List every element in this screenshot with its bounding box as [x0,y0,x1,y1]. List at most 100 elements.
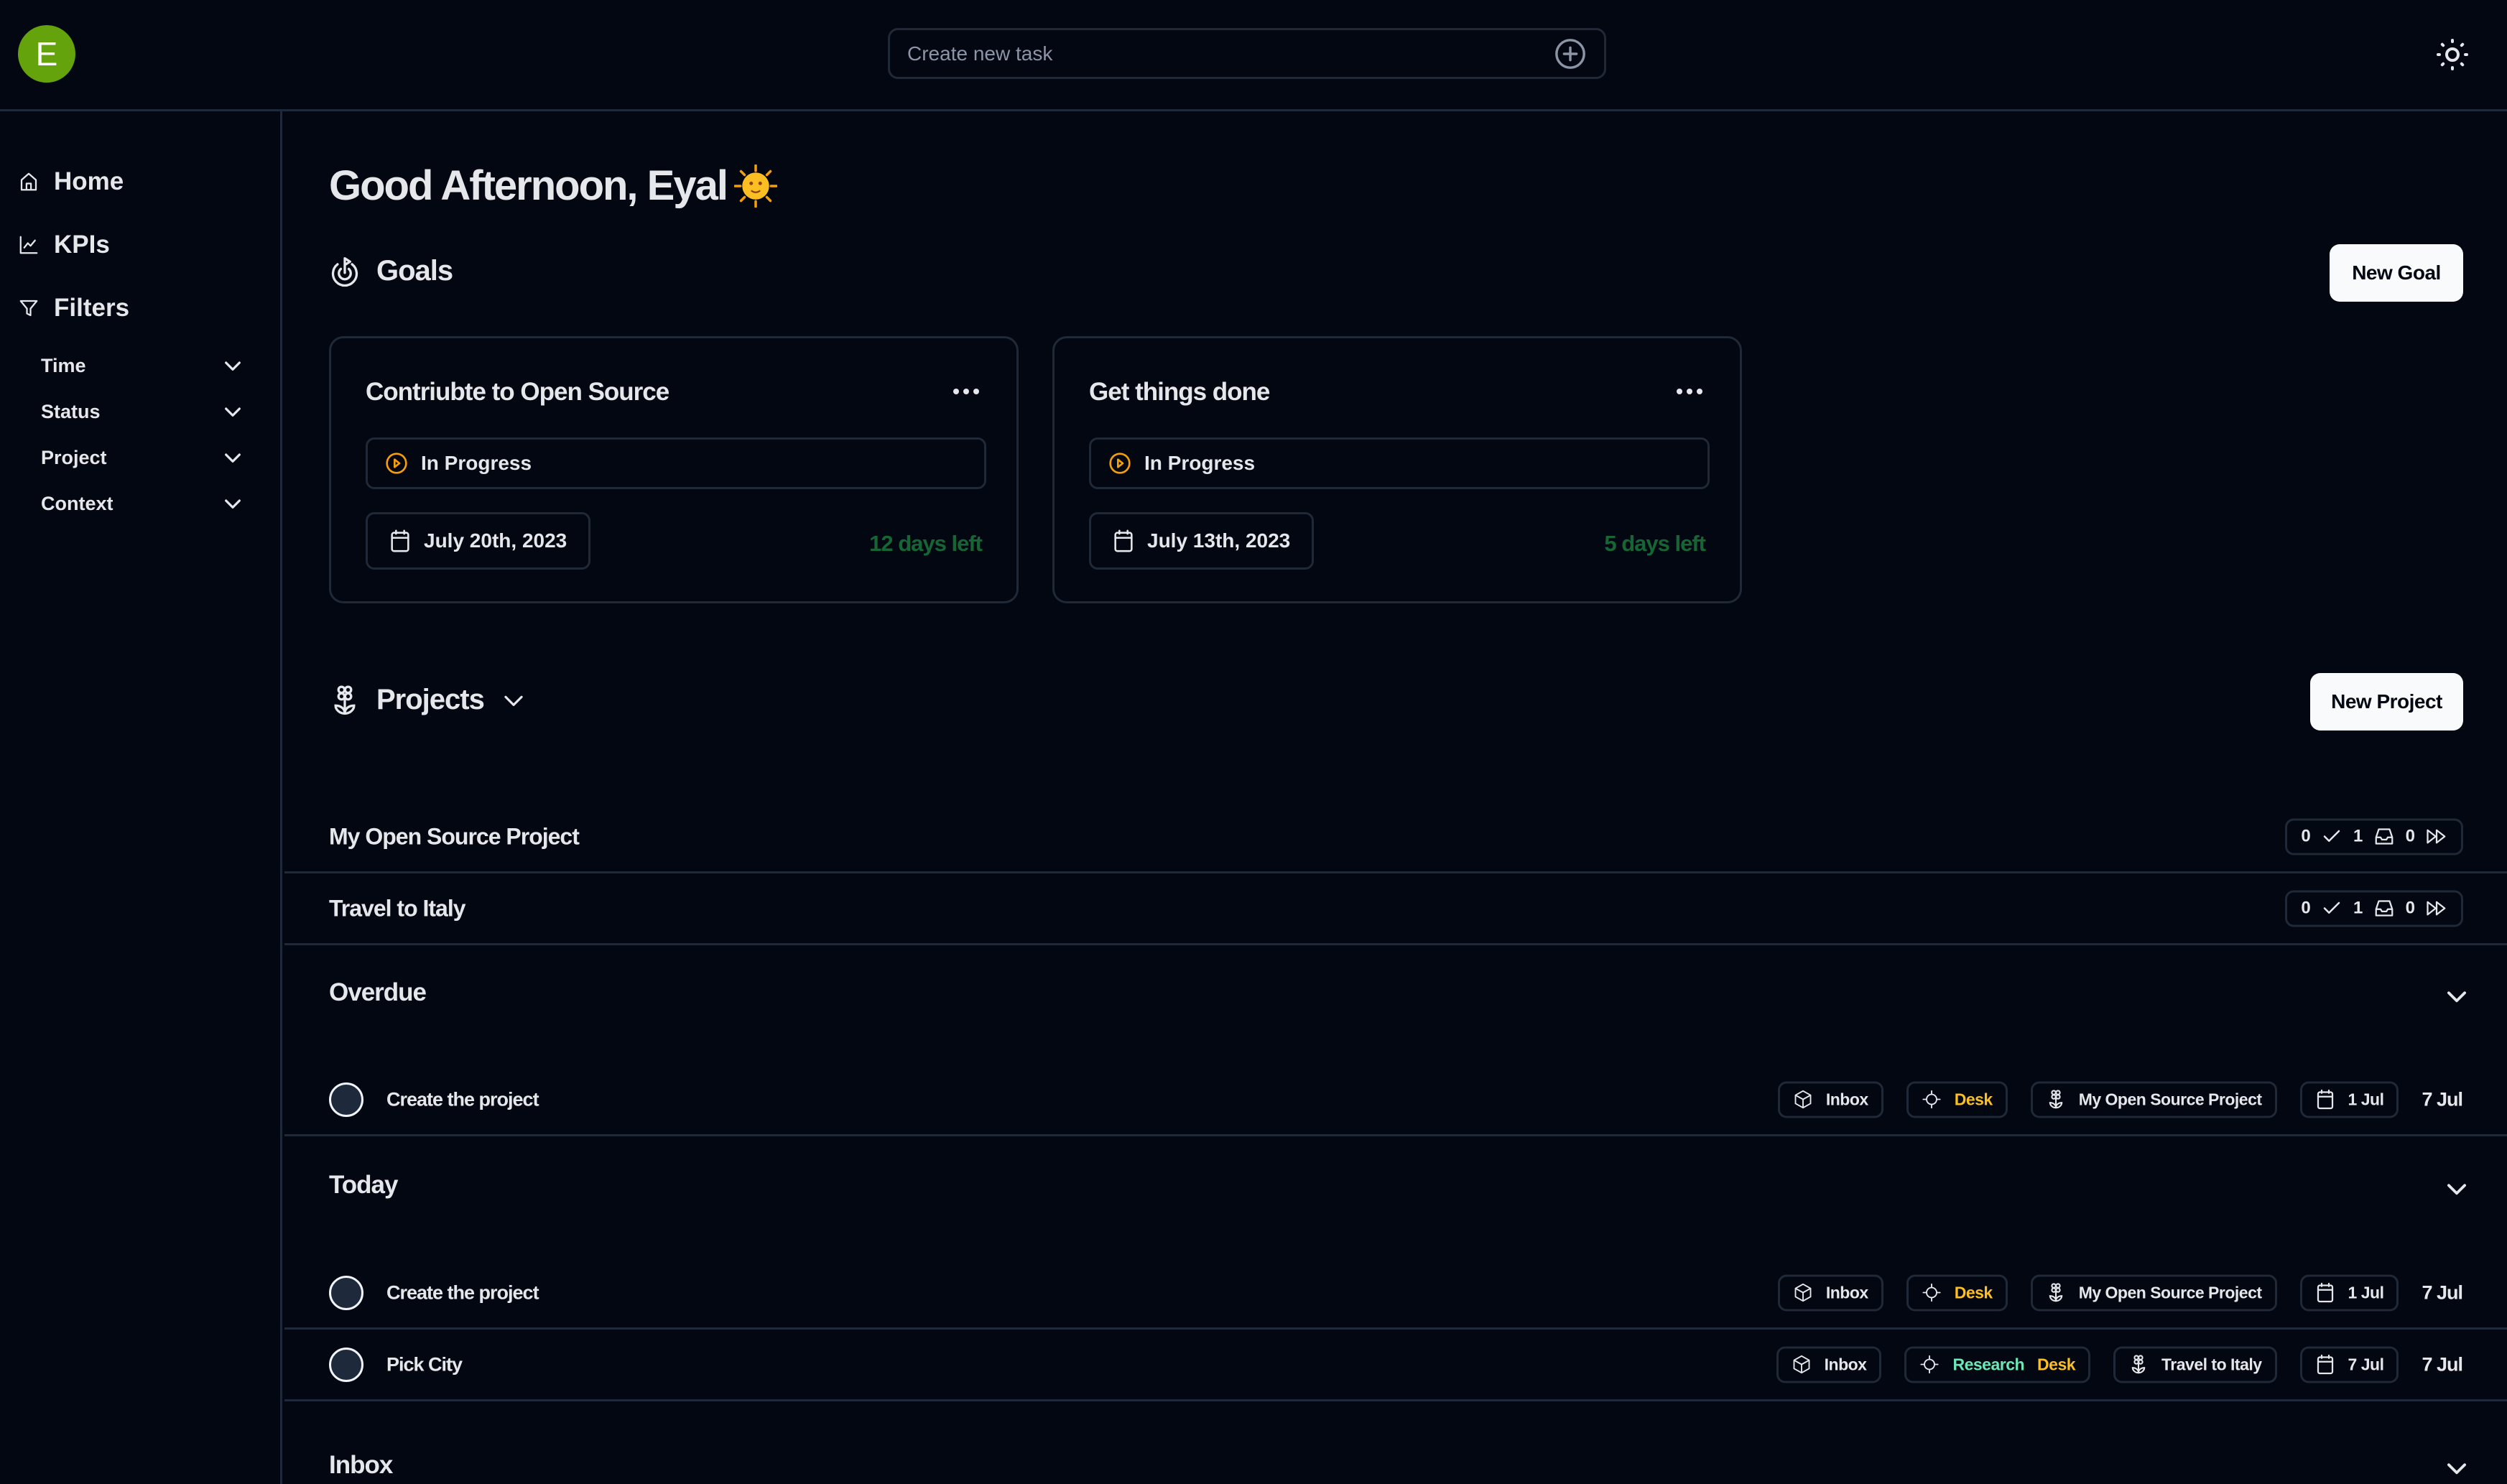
new-task-input[interactable] [907,42,1554,65]
group-title-inbox: Inbox [329,1451,393,1479]
filter-label: Status [41,400,101,422]
avatar[interactable]: E [18,25,75,83]
crosshair-icon [1922,1090,1941,1109]
task-title[interactable]: Create the project [386,1088,539,1110]
greeting-text: Good Afternoon, Eyal [329,162,728,209]
project-chip[interactable]: My Open Source Project [2030,1274,2277,1311]
sidebar: Home KPIs Filters Time Status Project Co… [0,111,282,1484]
new-project-button[interactable]: New Project [2310,673,2463,731]
goal-due-date[interactable]: July 20th, 2023 [366,512,591,570]
top-bar: E [0,0,2507,111]
play-circle-icon [386,453,407,474]
task-title[interactable]: Pick City [386,1353,463,1376]
project-row[interactable]: Travel to Italy 0 1 0 [284,873,2507,945]
more-horizontal-icon[interactable] [952,386,981,397]
chevron-down-icon[interactable] [2443,1455,2470,1482]
goal-due-date[interactable]: July 13th, 2023 [1089,512,1315,570]
due-date: 7 Jul [2422,1088,2463,1110]
start-date-chip[interactable]: 7 Jul [2299,1346,2399,1383]
fast-forward-icon [2426,829,2445,844]
task-row: Create the project Inbox Desk My Open So… [284,1065,2507,1136]
filter-time[interactable]: Time [41,354,244,377]
start-date-chip[interactable]: 1 Jul [2299,1274,2399,1311]
project-label: My Open Source Project [2078,1283,2262,1302]
context-label: Desk [1954,1090,1993,1108]
context-label: Desk [2037,1355,2076,1373]
start-date-chip[interactable]: 1 Jul [2299,1081,2399,1118]
box-icon [1793,1355,1810,1374]
chevron-down-icon [504,695,523,706]
goal-card[interactable]: Get things done In Progress July 13th, 2… [1052,336,1742,603]
inbox-count: 1 [2353,898,2363,918]
task-checkbox[interactable] [329,1275,363,1310]
start-date-label: 1 Jul [2348,1283,2384,1302]
chevron-down-icon [225,361,241,371]
start-date-label: 1 Jul [2348,1090,2384,1108]
new-goal-button[interactable]: New Goal [2330,244,2463,302]
sun-icon[interactable] [2435,37,2470,72]
status-label: Inbox [1824,1355,1867,1373]
sidebar-item-kpis[interactable]: KPIs [18,231,110,259]
done-count: 0 [2301,826,2311,846]
start-date-label: 7 Jul [2348,1355,2384,1373]
chevron-down-icon [225,453,241,463]
page-title: Good Afternoon, Eyal [329,162,777,210]
check-icon [2324,830,2340,842]
filter-project[interactable]: Project [41,446,244,469]
goals-header: Goals [329,255,453,287]
calendar-icon [2317,1354,2333,1375]
due-date: 7 Jul [2422,1281,2463,1303]
task-row: Pick City Inbox Research Desk Travel to … [284,1330,2507,1401]
task-checkbox[interactable] [329,1082,363,1117]
more-horizontal-icon[interactable] [1675,386,1704,397]
goal-status[interactable]: In Progress [1089,437,1710,489]
project-chip[interactable]: Travel to Italy [2113,1346,2277,1383]
play-circle-icon [1109,453,1131,474]
done-count: 0 [2301,898,2311,918]
crosshair-icon [1920,1355,1940,1374]
task-title[interactable]: Create the project [386,1281,539,1304]
calendar-icon [391,529,409,552]
chevron-down-icon[interactable] [2443,1175,2470,1202]
context-chip[interactable]: Desk [1906,1081,2008,1118]
goal-status[interactable]: In Progress [366,437,986,489]
inbox-tray-icon [2375,900,2394,917]
task-meta: Inbox Desk My Open Source Project 1 Jul … [1777,1081,2463,1118]
filter-context[interactable]: Context [41,492,244,515]
status-chip[interactable]: Inbox [1777,1081,1883,1118]
chevron-down-icon [225,407,241,417]
context-chip[interactable]: Desk [1906,1274,2008,1311]
sidebar-item-filters[interactable]: Filters [18,294,129,323]
project-counts: 0 1 0 [2285,818,2463,855]
project-label: My Open Source Project [2078,1090,2262,1108]
filter-status[interactable]: Status [41,400,244,423]
new-task-field[interactable] [888,28,1606,79]
project-chip[interactable]: My Open Source Project [2030,1081,2277,1118]
chevron-down-icon[interactable] [2443,983,2470,1010]
chart-line-icon [19,236,38,254]
status-chip[interactable]: Inbox [1777,1274,1883,1311]
project-row[interactable]: My Open Source Project 0 1 0 [284,802,2507,873]
sidebar-item-label: Filters [54,294,130,322]
check-icon [2324,901,2340,914]
context-label: Research [1952,1355,2025,1373]
filter-label: Time [41,354,86,376]
plus-circle-icon[interactable] [1554,37,1587,70]
status-chip[interactable]: Inbox [1776,1346,1882,1383]
box-icon [1794,1090,1812,1109]
goal-card[interactable]: Contriubte to Open Source In Progress Ju… [329,336,1019,603]
inbox-tray-icon [2375,828,2394,845]
projects-title: Projects [376,684,485,715]
project-name: Travel to Italy [329,895,466,921]
status-label: Inbox [1825,1090,1868,1108]
inbox-count: 1 [2353,826,2363,846]
chevron-down-icon [225,499,241,509]
next-count: 0 [2405,826,2415,846]
next-count: 0 [2405,898,2415,918]
task-checkbox[interactable] [329,1347,363,1382]
crosshair-icon [1922,1283,1941,1302]
projects-header[interactable]: Projects [329,684,527,716]
sidebar-item-home[interactable]: Home [18,167,124,196]
context-chip[interactable]: Research Desk [1904,1346,2091,1383]
filter-icon [19,300,38,317]
